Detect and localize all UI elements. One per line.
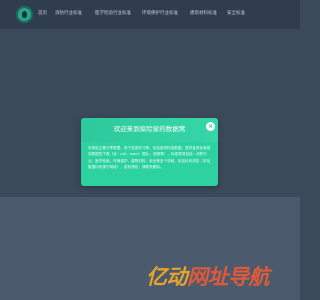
nav-item-fire-standards[interactable]: 消防行业标准: [55, 9, 82, 19]
nav-item-safety-standards[interactable]: 安全标准: [227, 9, 245, 19]
nav-menu: 首页 消防行业标准 医学检验行业标准 环境保护行业标准 建筑材料标准 安全标准: [38, 9, 257, 19]
top-navbar: 首页 消防行业标准 医学检验行业标准 环境保护行业标准 建筑材料标准 安全标准: [0, 0, 300, 29]
close-icon[interactable]: ×: [206, 122, 215, 131]
nav-item-building-standards[interactable]: 建筑材料标准: [190, 9, 217, 19]
welcome-modal: 欢迎来到探险家的数据窝 本网站主要分享数据、用于查阅学习等，包括各类标准数据。提…: [81, 118, 218, 186]
watermark-logo: 亿动网址导航: [146, 264, 270, 290]
nav-item-home[interactable]: 首页: [38, 9, 47, 19]
modal-body-text: 本网站主要分享数据、用于查阅学习等，包括各类标准数据。提供各类标准规范数据的下载…: [88, 146, 211, 170]
site-logo-icon[interactable]: [16, 6, 33, 23]
nav-item-medical-standards[interactable]: 医学检验行业标准: [95, 9, 131, 19]
watermark-text-a: 亿动: [146, 265, 188, 289]
nav-item-environment-standards[interactable]: 环境保护行业标准: [142, 9, 178, 19]
modal-header: 欢迎来到探险家的数据窝: [81, 118, 218, 142]
modal-title: 欢迎来到探险家的数据窝: [113, 125, 186, 133]
watermark-text-b: 网址导航: [187, 265, 270, 289]
